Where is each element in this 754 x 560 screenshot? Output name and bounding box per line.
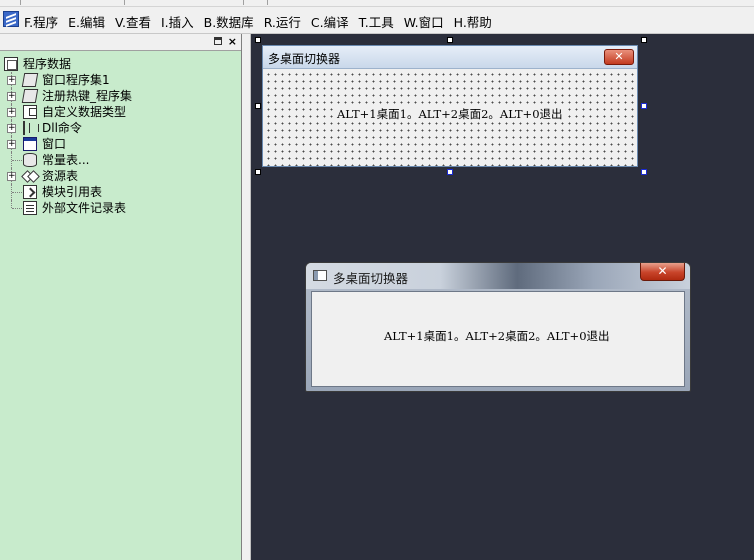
module-reference-icon xyxy=(23,185,37,199)
tree-item-label: 模块引用表 xyxy=(42,185,103,199)
runtime-window-close-button[interactable]: ✕ xyxy=(640,263,685,281)
toolbar-segment xyxy=(128,0,244,5)
tree-line xyxy=(12,192,22,193)
menu-insert[interactable]: I.插入 xyxy=(161,12,194,31)
panel-splitter[interactable] xyxy=(242,34,251,560)
toolbar-segment xyxy=(247,0,268,5)
runtime-window-titlebar[interactable]: 多桌面切换器 ✕ xyxy=(306,263,690,289)
program-tree: 程序数据 + 窗口程序集1 + 注册热键_程序集 + 自定义数据类型 + Dll… xyxy=(0,56,241,216)
tree-item-label: Dll命令 xyxy=(42,121,82,135)
program-data-icon xyxy=(4,57,18,71)
tree-item-window-assembly[interactable]: + 窗口程序集1 xyxy=(0,72,241,88)
tree-item-resources[interactable]: + 资源表 xyxy=(0,168,241,184)
menu-bar: F.程序 E.编辑 V.查看 I.插入 B.数据库 R.运行 C.编译 T.工具… xyxy=(0,7,754,34)
menu-run[interactable]: R.运行 xyxy=(264,12,301,31)
resize-handle-left[interactable] xyxy=(255,103,261,109)
tree-line xyxy=(11,200,12,208)
expand-icon[interactable]: + xyxy=(7,76,16,85)
resize-handle-bottom[interactable] xyxy=(447,169,453,175)
design-form-title: 多桌面切换器 xyxy=(268,52,341,66)
menu-program[interactable]: F.程序 xyxy=(24,12,58,31)
tree-item-dll-commands[interactable]: + Dll命令 xyxy=(0,120,241,136)
runtime-window-title: 多桌面切换器 xyxy=(333,271,409,286)
data-type-icon xyxy=(23,105,37,119)
tree-item-label: 窗口程序集1 xyxy=(42,73,110,87)
runtime-window[interactable]: 多桌面切换器 ✕ ALT+1桌面1。ALT+2桌面2。ALT+0退出 xyxy=(305,262,691,392)
resize-handle-bottom-left[interactable] xyxy=(255,169,261,175)
toolbar-segment xyxy=(0,0,21,5)
tree-item-label: 外部文件记录表 xyxy=(42,201,127,215)
tree-item-label: 资源表 xyxy=(42,169,79,183)
expand-icon[interactable]: + xyxy=(7,92,16,101)
tree-item-label: 常量表... xyxy=(42,153,90,167)
expand-icon[interactable]: + xyxy=(7,172,16,181)
expand-icon[interactable]: + xyxy=(7,124,16,133)
menu-tools[interactable]: T.工具 xyxy=(359,12,394,31)
tree-root-label: 程序数据 xyxy=(23,57,72,71)
dll-icon xyxy=(23,121,37,135)
design-form-body[interactable]: ALT+1桌面1。ALT+2桌面2。ALT+0退出 xyxy=(263,69,637,166)
tree-item-label: 注册热键_程序集 xyxy=(42,89,133,103)
menu-help[interactable]: H.帮助 xyxy=(454,12,492,31)
tree-line xyxy=(12,208,22,209)
menu-window[interactable]: W.窗口 xyxy=(404,12,444,31)
expand-icon[interactable]: + xyxy=(7,140,16,149)
tree-item-external-files[interactable]: 外部文件记录表 xyxy=(0,200,241,216)
constant-table-icon xyxy=(23,153,37,167)
menu-view[interactable]: V.查看 xyxy=(115,12,151,31)
design-form-titlebar[interactable]: 多桌面切换器 ✕ xyxy=(263,46,637,69)
tree-item-label: 自定义数据类型 xyxy=(42,105,127,119)
resize-handle-top[interactable] xyxy=(447,37,453,43)
tree-item-custom-types[interactable]: + 自定义数据类型 xyxy=(0,104,241,120)
tree-item-label: 窗口 xyxy=(42,137,67,151)
design-hotkey-label[interactable]: ALT+1桌面1。ALT+2桌面2。ALT+0退出 xyxy=(336,106,564,122)
tree-root[interactable]: 程序数据 xyxy=(0,56,241,72)
pin-icon[interactable] xyxy=(214,37,222,45)
tree-item-constants[interactable]: 常量表... xyxy=(0,152,241,168)
resize-handle-top-left[interactable] xyxy=(255,37,261,43)
program-data-panel: × 程序数据 + 窗口程序集1 + 注册热键_程序集 + 自定义数据类型 + D… xyxy=(0,34,242,560)
resize-handle-bottom-right[interactable] xyxy=(641,169,647,175)
tree-item-windows[interactable]: + 窗口 xyxy=(0,136,241,152)
menu-compile[interactable]: C.编译 xyxy=(311,12,349,31)
menu-edit[interactable]: E.编辑 xyxy=(68,12,105,31)
toolbar-strip xyxy=(0,0,754,7)
tree-item-hotkey-assembly[interactable]: + 注册热键_程序集 xyxy=(0,88,241,104)
runtime-window-client: ALT+1桌面1。ALT+2桌面2。ALT+0退出 xyxy=(311,291,685,387)
external-file-icon xyxy=(23,201,37,215)
assembly-icon xyxy=(21,73,39,87)
close-icon[interactable]: × xyxy=(228,34,237,49)
resize-handle-top-right[interactable] xyxy=(641,37,647,43)
window-icon xyxy=(23,137,37,151)
design-form-close-button[interactable]: ✕ xyxy=(604,49,634,65)
menu-database[interactable]: B.数据库 xyxy=(204,12,254,31)
tree-item-module-references[interactable]: 模块引用表 xyxy=(0,184,241,200)
window-app-icon[interactable] xyxy=(313,270,327,281)
tree-line xyxy=(12,160,22,161)
resource-icon xyxy=(23,169,37,183)
menu-items: F.程序 E.编辑 V.查看 I.插入 B.数据库 R.运行 C.编译 T.工具… xyxy=(24,12,502,31)
design-form[interactable]: 多桌面切换器 ✕ ALT+1桌面1。ALT+2桌面2。ALT+0退出 xyxy=(262,45,638,167)
app-logo-icon[interactable] xyxy=(3,11,19,27)
toolbar-segment xyxy=(24,0,125,5)
resize-handle-right[interactable] xyxy=(641,103,647,109)
assembly-icon xyxy=(21,89,39,103)
expand-icon[interactable]: + xyxy=(7,108,16,117)
panel-titlebar: × xyxy=(0,34,241,51)
runtime-hotkey-label: ALT+1桌面1。ALT+2桌面2。ALT+0退出 xyxy=(384,329,610,343)
